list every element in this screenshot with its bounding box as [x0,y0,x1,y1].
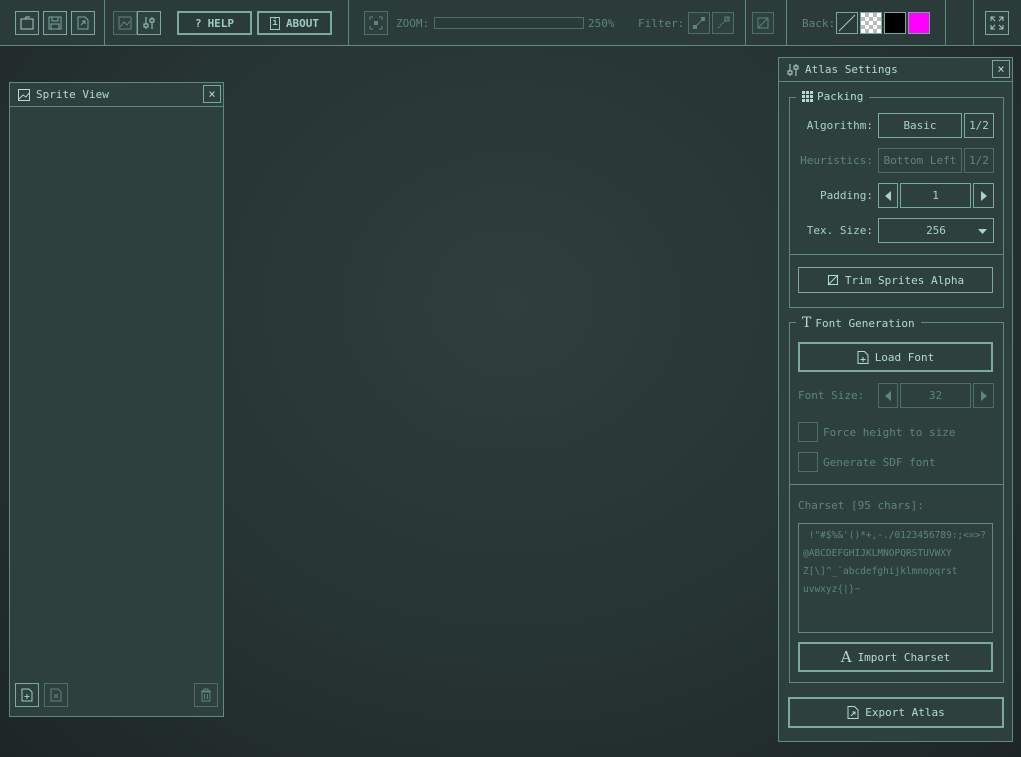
heuristics-page-button[interactable]: 1/2 [964,148,994,173]
text-icon: T [802,315,812,331]
font-size-increment-button[interactable] [973,383,994,408]
atlas-settings-title: Atlas Settings [805,63,898,76]
heuristics-label: Heuristics: [800,154,873,167]
back-label: Back: [802,17,836,30]
atlas-settings-panel: Atlas Settings × Packing Algorithm: Basi… [778,57,1013,742]
font-generation-group-title: T Font Generation [796,315,921,331]
close-icon: × [997,62,1005,76]
info-icon: i [269,16,280,30]
background-checker-swatch[interactable] [860,12,882,34]
crop-icon [827,274,839,286]
charset-label: Charset [95 chars]: [798,499,924,512]
export-file-icon[interactable] [71,11,95,35]
sprite-view-icon[interactable] [113,11,137,35]
background-none-swatch[interactable] [836,12,858,34]
chevron-down-icon [978,229,987,234]
arrow-right-icon [980,390,987,401]
sprite-view-panel: Sprite View × [9,82,224,717]
remove-sprite-icon[interactable] [44,683,68,707]
packing-group-title: Packing [796,90,870,103]
padding-increment-button[interactable] [973,183,994,208]
toolbar: ? HELP i ABOUT ZOOM: 250% Filter: Back: [0,0,1021,46]
load-font-button[interactable]: Load Font [798,342,993,372]
sprite-view-title: Sprite View [36,88,109,101]
image-icon [18,88,30,101]
force-height-checkbox[interactable] [798,422,818,442]
arrow-left-icon [885,190,891,201]
padding-value[interactable]: 1 [900,183,971,208]
background-magenta-swatch[interactable] [908,12,930,34]
fullscreen-icon[interactable] [985,11,1009,35]
tex-size-label: Tex. Size: [806,224,873,237]
font-icon: A [840,648,852,666]
export-file-icon [847,706,859,719]
trim-sprites-alpha-button[interactable]: Trim Sprites Alpha [798,267,993,293]
charset-textarea[interactable]: !"#$%&'()*+,-./0123456789:;<=>? @ABCDEFGH… [798,523,993,633]
generate-sdf-label: Generate SDF font [823,456,936,469]
zoom-value: 250% [588,17,615,30]
sprite-view-titlebar: Sprite View [10,83,223,107]
crop-icon[interactable] [752,12,774,34]
trash-icon[interactable] [194,683,218,707]
background-black-swatch[interactable] [884,12,906,34]
algorithm-select[interactable]: Basic [878,113,962,138]
filter-point-icon[interactable] [688,12,710,34]
font-size-value[interactable]: 32 [900,383,971,408]
sliders-icon [787,63,799,77]
padding-decrement-button[interactable] [878,183,898,208]
filter-label: Filter: [638,17,685,30]
heuristics-select[interactable]: Bottom Left [878,148,962,173]
generate-sdf-checkbox[interactable] [798,452,818,472]
save-icon[interactable] [43,11,67,35]
fit-zoom-icon[interactable] [364,11,388,35]
import-charset-button[interactable]: A Import Charset [798,642,993,672]
algorithm-page-button[interactable]: 1/2 [964,113,994,138]
atlas-settings-icon[interactable] [137,11,161,35]
export-atlas-button[interactable]: Export Atlas [788,697,1004,728]
about-button[interactable]: i ABOUT [257,11,332,35]
padding-label: Padding: [820,189,873,202]
filter-bilinear-icon[interactable] [712,12,734,34]
atlas-settings-titlebar: Atlas Settings [779,58,1012,82]
help-icon: ? [194,16,202,30]
arrow-left-icon [885,390,891,401]
zoom-slider[interactable] [434,17,584,29]
add-file-icon [857,350,869,364]
algorithm-label: Algorithm: [806,119,873,132]
sprite-view-close-button[interactable]: × [203,85,221,103]
tex-size-dropdown[interactable]: 256 [878,218,994,243]
atlas-settings-close-button[interactable]: × [992,60,1010,78]
help-button[interactable]: ? HELP [177,11,252,35]
close-icon: × [208,87,216,101]
font-size-decrement-button[interactable] [878,383,898,408]
arrow-right-icon [980,190,987,201]
font-size-label: Font Size: [798,389,865,402]
grid-icon [802,91,813,102]
add-sprite-icon[interactable] [15,683,39,707]
open-file-icon[interactable] [15,11,39,35]
force-height-label: Force height to size [823,426,956,439]
zoom-label: ZOOM: [396,17,430,30]
